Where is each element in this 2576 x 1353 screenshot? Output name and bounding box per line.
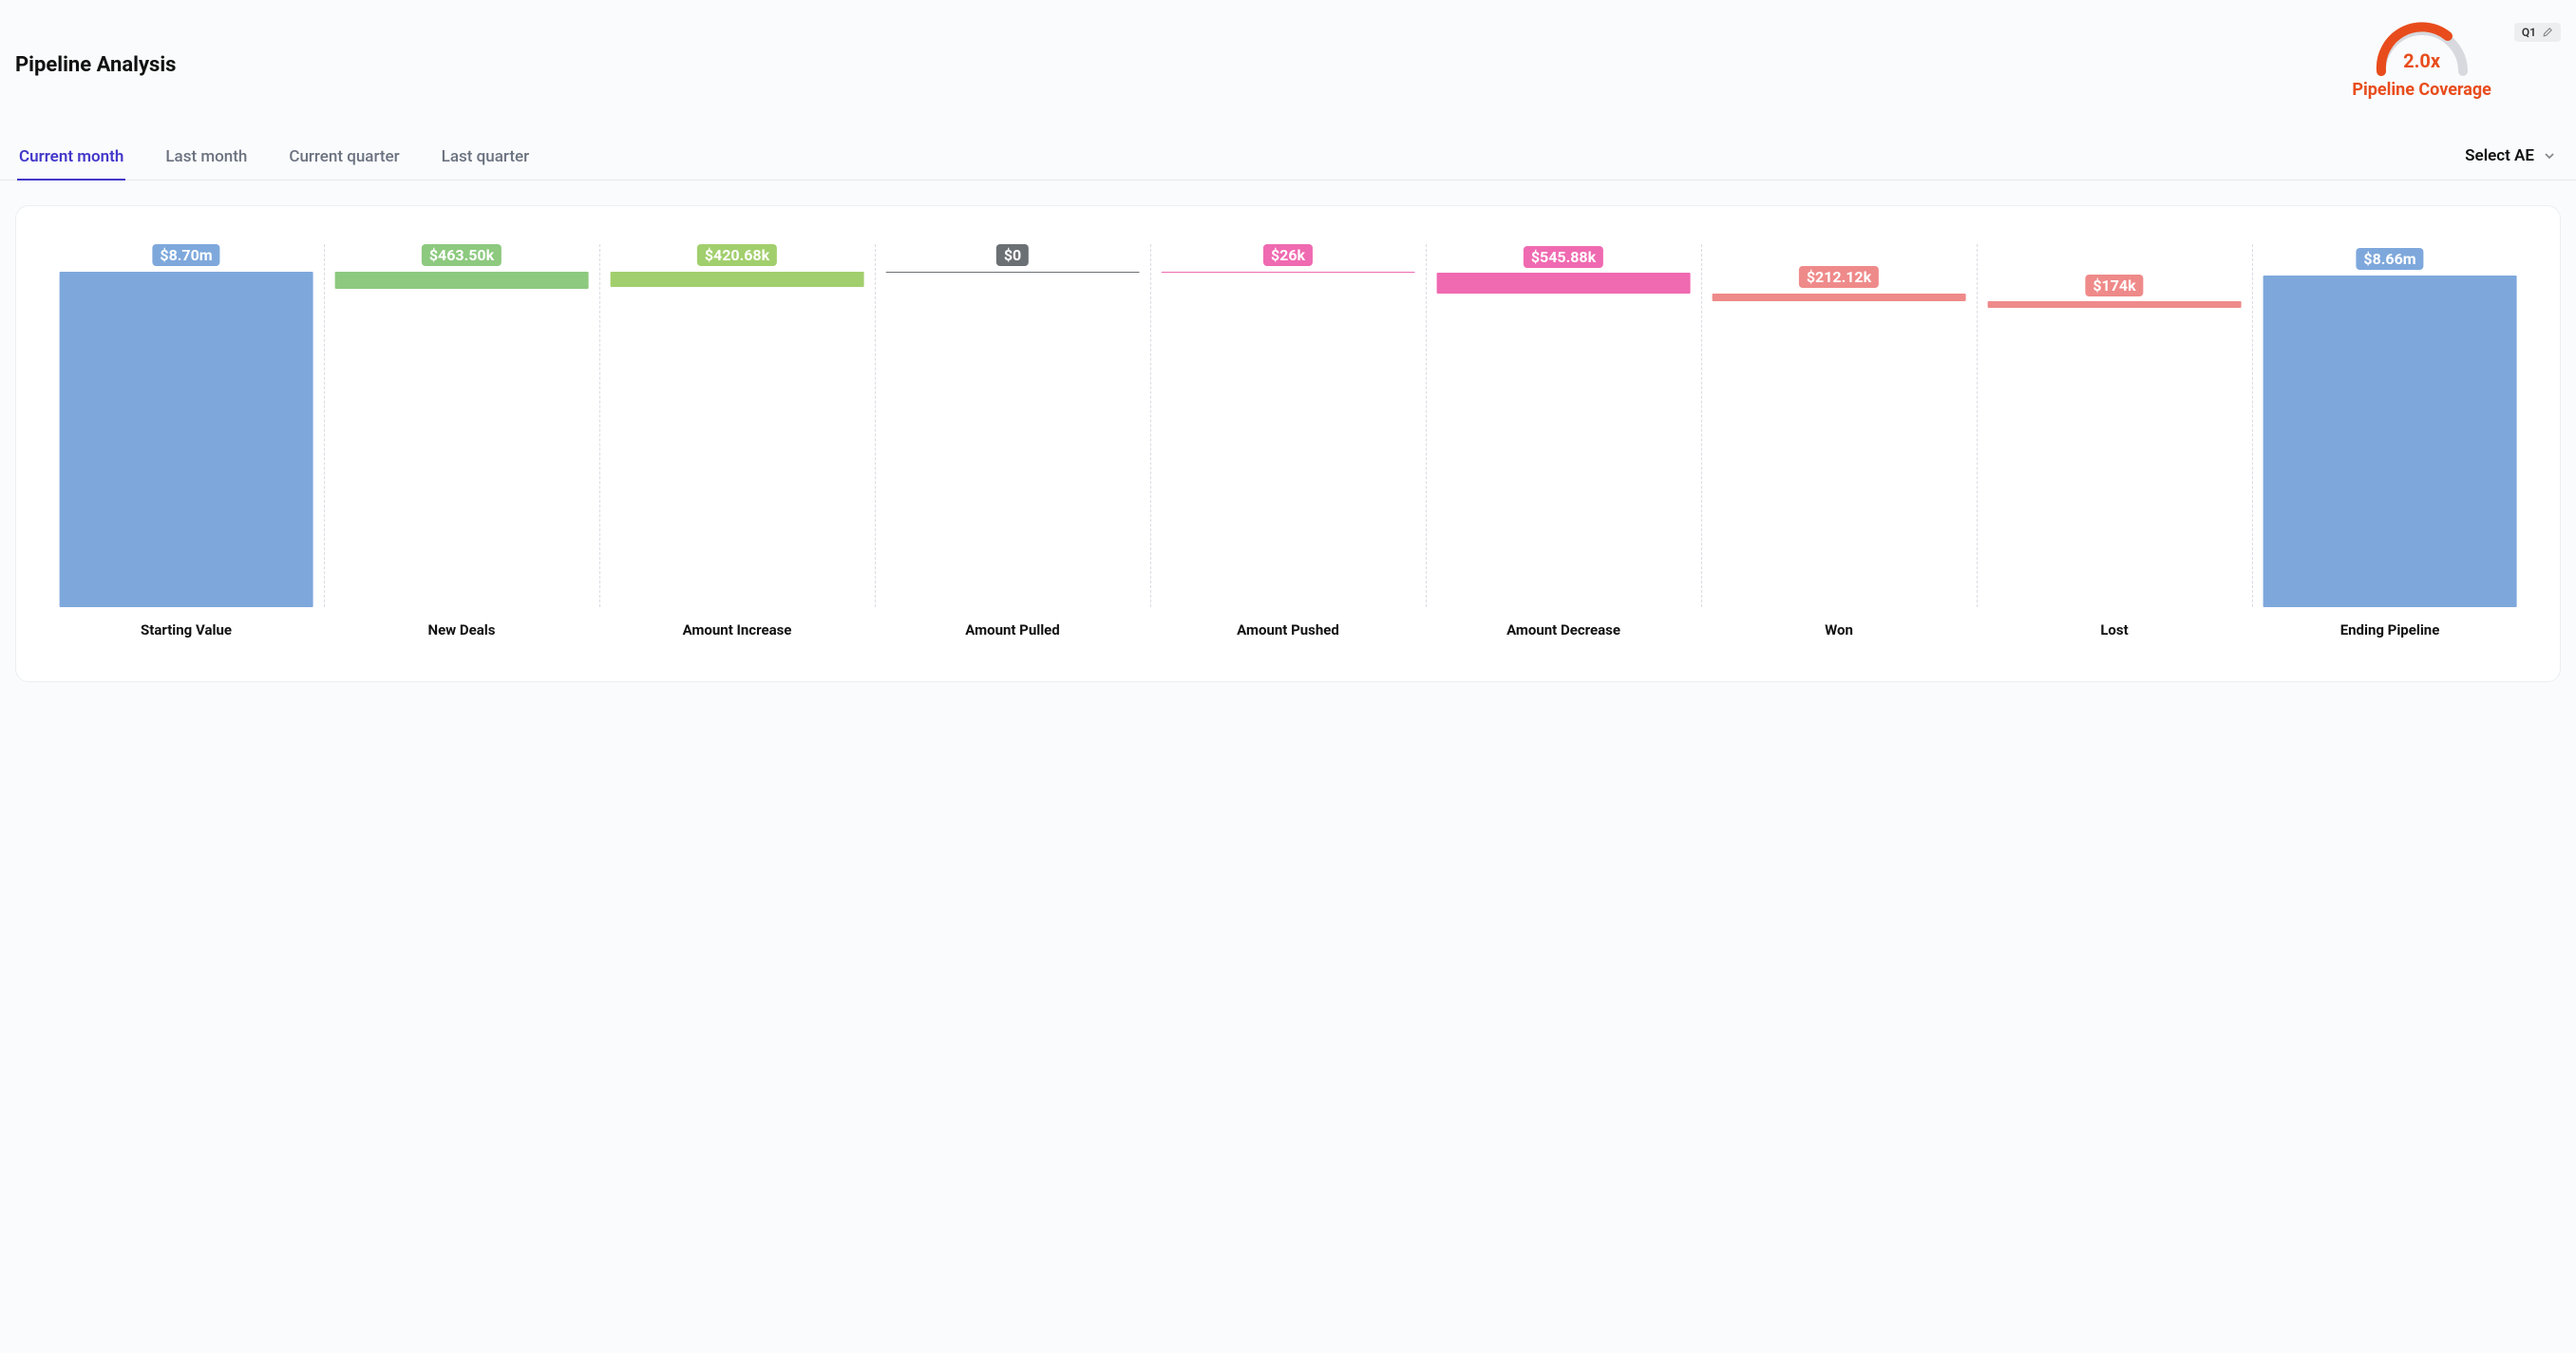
chart-axis-label: Amount Pulled <box>961 607 1063 653</box>
chart-value-badge: $8.66m <box>2356 248 2423 270</box>
chart-value-badge: $174k <box>2085 275 2143 296</box>
chart-column: $26k Amount Pushed <box>1150 244 1426 653</box>
chart-plot-area: $420.68k <box>599 244 875 607</box>
chart-bar[interactable] <box>1437 273 1691 294</box>
chart-column: $545.88k Amount Decrease <box>1426 244 1701 653</box>
chart-value-badge: $420.68k <box>697 244 777 266</box>
pencil-icon <box>2542 27 2553 38</box>
chart-column: $174k Lost <box>1977 244 2252 653</box>
tab-last-quarter[interactable]: Last quarter <box>440 138 531 180</box>
tabs: Current month Last month Current quarter… <box>17 138 531 180</box>
chart-column: $420.68k Amount Increase <box>599 244 875 653</box>
gauge-value: 2.0x <box>2403 49 2440 72</box>
quarter-badge-label: Q1 <box>2522 26 2536 39</box>
chart-column: $212.12k Won <box>1701 244 1977 653</box>
pipeline-coverage-gauge: 2.0x Pipeline Coverage <box>2352 19 2491 100</box>
chart-value-badge: $212.12k <box>1799 266 1879 288</box>
chart-plot-area: $174k <box>1977 244 2252 607</box>
tab-current-month[interactable]: Current month <box>17 138 125 180</box>
chart-plot-area: $212.12k <box>1701 244 1977 607</box>
chart-column: $0 Amount Pulled <box>875 244 1150 653</box>
chart-value-badge: $8.70m <box>152 244 219 266</box>
select-ae-label: Select AE <box>2465 146 2534 165</box>
chart-axis-label: Amount Pushed <box>1233 607 1343 653</box>
coverage-wrap: 2.0x Pipeline Coverage Q1 <box>2352 19 2561 100</box>
tab-last-month[interactable]: Last month <box>163 138 249 180</box>
chart-plot-area: $0 <box>875 244 1150 607</box>
chart-axis-label: Ending Pipeline <box>2337 607 2444 653</box>
chart-bar[interactable] <box>1162 272 1415 274</box>
chart-column: $8.66m Ending Pipeline <box>2252 244 2528 653</box>
chart-card: $8.70m Starting Value $463.50k New Deals $42… <box>15 205 2561 682</box>
chart-plot-area: $8.66m <box>2252 244 2528 607</box>
chart-column: $463.50k New Deals <box>324 244 599 653</box>
waterfall-chart: $8.70m Starting Value $463.50k New Deals $42… <box>48 244 2528 653</box>
page-root: Pipeline Analysis 2.0x Pipeline Coverage… <box>0 0 2576 720</box>
chart-value-badge: $545.88k <box>1524 246 1603 268</box>
chart-plot-area: $26k <box>1150 244 1426 607</box>
chart-value-badge: $0 <box>996 244 1029 266</box>
header-row: Pipeline Analysis 2.0x Pipeline Coverage… <box>15 19 2561 100</box>
chart-axis-label: Amount Increase <box>679 607 796 653</box>
chart-plot-area: $463.50k <box>324 244 599 607</box>
chart-bar[interactable] <box>1988 301 2242 308</box>
chart-value-badge: $26k <box>1263 244 1313 266</box>
chart-axis-label: Amount Decrease <box>1503 607 1624 653</box>
select-ae-dropdown[interactable]: Select AE <box>2461 141 2559 177</box>
gauge-icon: 2.0x <box>2370 19 2474 76</box>
chart-plot-area: $8.70m <box>48 244 324 607</box>
chevron-down-icon <box>2544 150 2555 162</box>
chart-bar[interactable] <box>886 272 1140 273</box>
chart-bar[interactable] <box>335 272 589 290</box>
chart-value-badge: $463.50k <box>422 244 502 266</box>
chart-bar[interactable] <box>611 272 864 288</box>
chart-bar[interactable] <box>1713 294 1966 301</box>
tab-current-quarter[interactable]: Current quarter <box>287 138 401 180</box>
chart-axis-label: New Deals <box>425 607 500 653</box>
tabs-row: Current month Last month Current quarter… <box>0 138 2576 181</box>
page-title: Pipeline Analysis <box>15 53 176 77</box>
chart-bar[interactable] <box>2263 276 2517 607</box>
quarter-badge[interactable]: Q1 <box>2514 23 2561 42</box>
chart-axis-label: Lost <box>2096 607 2131 653</box>
chart-bar[interactable] <box>60 272 313 607</box>
chart-plot-area: $545.88k <box>1426 244 1701 607</box>
chart-column: $8.70m Starting Value <box>48 244 324 653</box>
coverage-label: Pipeline Coverage <box>2352 80 2491 100</box>
chart-axis-label: Won <box>1821 607 1857 653</box>
chart-axis-label: Starting Value <box>137 607 236 653</box>
